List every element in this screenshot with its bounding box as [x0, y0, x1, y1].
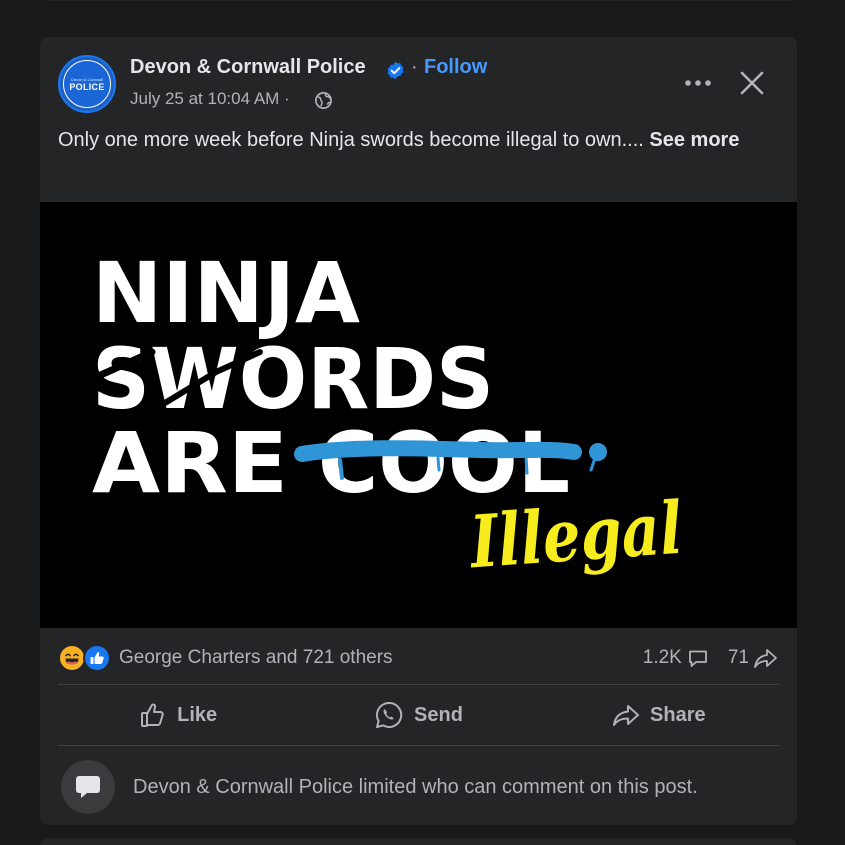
- shares-count-value: 71: [727, 647, 749, 668]
- share-button[interactable]: Share: [539, 692, 779, 738]
- image-text-ninja: NINJA: [92, 244, 360, 342]
- previous-post-card: [40, 0, 797, 1]
- like-icon: [83, 644, 111, 672]
- comments-count-value: 1.2K: [642, 647, 682, 668]
- send-label: Send: [414, 703, 463, 726]
- more-options-button[interactable]: [680, 65, 716, 101]
- shares-count[interactable]: 71: [728, 646, 779, 670]
- police-badge-logo: Devon & Cornwall POLICE: [63, 60, 111, 108]
- image-text-illegal: Illegal: [466, 485, 685, 585]
- divider-top: [58, 684, 779, 685]
- post-card: Devon & Cornwall POLICE Devon & Cornwall…: [40, 37, 797, 825]
- share-arrow-icon: [754, 649, 777, 668]
- haha-icon: [58, 644, 86, 672]
- globe-icon: [315, 92, 332, 109]
- hide-post-button[interactable]: [732, 63, 772, 103]
- spray-drip-3: [524, 455, 529, 475]
- post-body: Only one more week before Ninja swords b…: [58, 126, 778, 155]
- comment-restriction-text: Devon & Cornwall Police limited who can …: [133, 775, 698, 798]
- reactions-summary[interactable]: George Charters and 721 others: [58, 641, 393, 675]
- whatsapp-icon: [376, 701, 403, 728]
- comment-restriction: Devon & Cornwall Police limited who can …: [61, 759, 698, 815]
- speech-bubble-icon: [76, 776, 100, 798]
- spray-drip-2: [436, 456, 441, 472]
- divider-bottom: [58, 745, 779, 746]
- spray-paint-strike: [294, 440, 582, 462]
- share-icon: [613, 705, 640, 726]
- like-button[interactable]: Like: [58, 692, 298, 738]
- more-options-icon: [685, 80, 711, 86]
- comments-count[interactable]: 1.2K: [643, 646, 710, 670]
- thumbs-up-icon: [141, 703, 164, 727]
- next-post-card: [40, 838, 797, 845]
- header-separator: ·: [411, 56, 418, 78]
- page-avatar[interactable]: Devon & Cornwall POLICE: [58, 55, 116, 113]
- comment-restricted-avatar: [61, 760, 115, 814]
- verified-badge-icon: [387, 61, 404, 80]
- follow-button[interactable]: Follow: [424, 56, 487, 79]
- spray-splat: [589, 443, 607, 461]
- close-icon: [740, 71, 764, 95]
- spray-drip-1: [338, 458, 344, 480]
- reaction-names: George Charters and 721 others: [119, 647, 393, 668]
- send-button[interactable]: Send: [298, 692, 538, 738]
- engagement-counts: 1.2K 71: [643, 641, 779, 675]
- comment-bubble-icon: [688, 650, 707, 667]
- page-name[interactable]: Devon & Cornwall Police: [130, 56, 366, 79]
- image-text-are: ARE: [92, 414, 288, 512]
- like-label: Like: [177, 703, 218, 726]
- avatar-text: POLICE: [69, 81, 105, 92]
- post-actions: Like Send Share: [58, 692, 779, 738]
- post-image[interactable]: NINJA SWORDS ARE COOL Illegal: [40, 202, 797, 628]
- share-label: Share: [650, 703, 706, 726]
- post-text: Only one more week before Ninja swords b…: [58, 129, 644, 151]
- ninja-swords-graphic: NINJA SWORDS ARE COOL Illegal: [40, 202, 797, 628]
- post-timestamp[interactable]: July 25 at 10:04 AM ·: [130, 89, 290, 109]
- see-more-link[interactable]: See more: [649, 129, 739, 151]
